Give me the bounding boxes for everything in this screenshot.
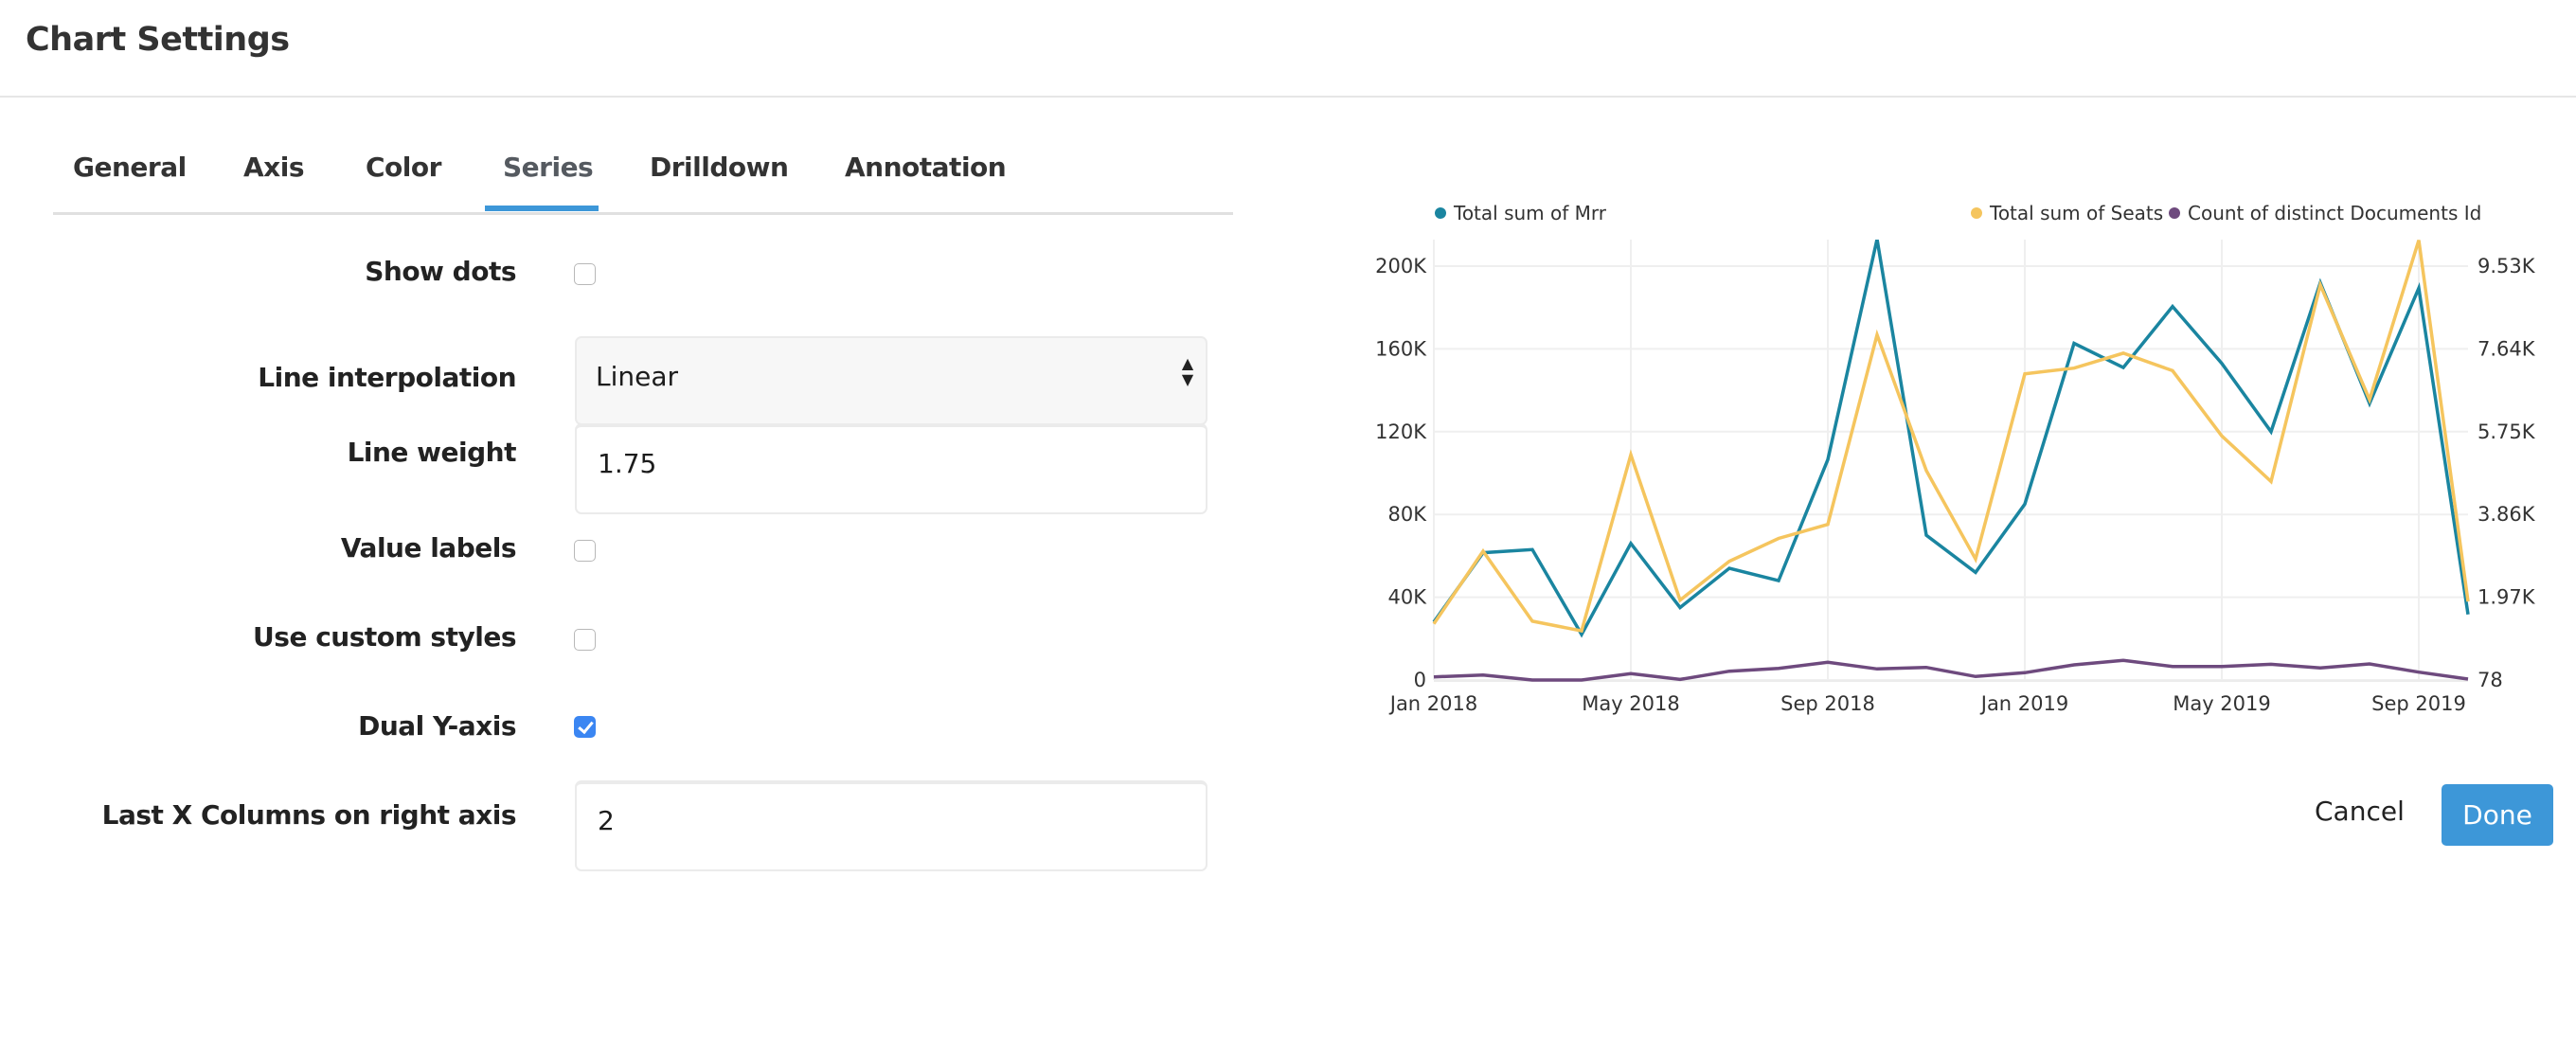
line-interpolation-select[interactable]: Linear ▲ ▼ [575,336,1208,425]
line-weight-label: Line weight [347,437,517,468]
y-left-tick-label: 80K [1388,503,1428,526]
y-right-tick-label: 3.86K [2478,503,2536,526]
x-tick-label: Sep 2018 [1780,692,1875,715]
x-tick-label: May 2019 [2173,692,2271,715]
use-custom-styles-checkbox[interactable] [574,629,596,651]
line-chart: 0 40K 80K 120K 160K 200K 78 1.97K 3.86K 5.75K 7.64… [1375,240,2536,715]
x-tick-label: Jan 2019 [1979,692,2069,715]
settings-tabs: General Axis Color Series Drilldown Anno… [53,133,1233,215]
y-left-tick-label: 120K [1375,421,1427,443]
select-updown-icon: ▲ ▼ [1181,354,1194,388]
y-right-tick-label: 1.97K [2478,586,2536,609]
value-labels-label: Value labels [340,532,517,564]
y-right-tick-label: 5.75K [2478,421,2536,443]
y-left-tick-label: 40K [1388,586,1428,609]
x-tick-label: May 2018 [1582,692,1680,715]
line-interpolation-label: Line interpolation [258,362,516,393]
series-line-documents [1433,658,2469,682]
done-button[interactable]: Done [2442,784,2553,846]
x-tick-label: Sep 2019 [2371,692,2466,715]
dialog-title: Chart Settings [26,21,290,59]
active-tab-indicator [485,206,599,211]
last-x-columns-value: 2 [598,805,615,836]
line-interpolation-value: Linear [596,361,679,392]
dialog-header: Chart Settings [0,0,2576,98]
x-tick-label: Jan 2018 [1388,692,1478,715]
y-right-tick-label: 7.64K [2478,337,2536,360]
tab-drilldown[interactable]: Drilldown [650,152,789,183]
chart-preview: Total sum of Mrr Total sum of Seats Coun… [1364,180,2576,748]
series-line-seats [1432,240,2470,634]
tab-annotation[interactable]: Annotation [845,152,1007,183]
tab-color[interactable]: Color [366,152,441,183]
value-labels-checkbox[interactable] [574,540,596,562]
last-x-columns-label: Last X Columns on right axis [101,799,517,831]
show-dots-label: Show dots [365,256,516,287]
show-dots-checkbox[interactable] [574,263,596,285]
line-weight-value: 1.75 [598,448,657,479]
y-left-tick-label: 0 [1414,669,1426,691]
tab-general[interactable]: General [73,152,187,183]
tab-axis[interactable]: Axis [243,152,305,183]
y-left-tick-label: 200K [1375,255,1427,277]
last-x-columns-input[interactable]: 2 [575,780,1208,871]
y-right-tick-label: 78 [2478,669,2503,691]
cancel-button[interactable]: Cancel [2315,796,2405,827]
series-line-mrr [1432,240,2470,638]
line-weight-input[interactable]: 1.75 [575,423,1208,514]
tab-series[interactable]: Series [503,152,594,183]
dual-y-axis-label: Dual Y-axis [358,710,516,742]
dual-y-axis-checkbox[interactable] [574,716,596,738]
y-right-tick-label: 9.53K [2478,255,2536,277]
use-custom-styles-label: Use custom styles [253,621,516,653]
y-left-tick-label: 160K [1375,337,1427,360]
